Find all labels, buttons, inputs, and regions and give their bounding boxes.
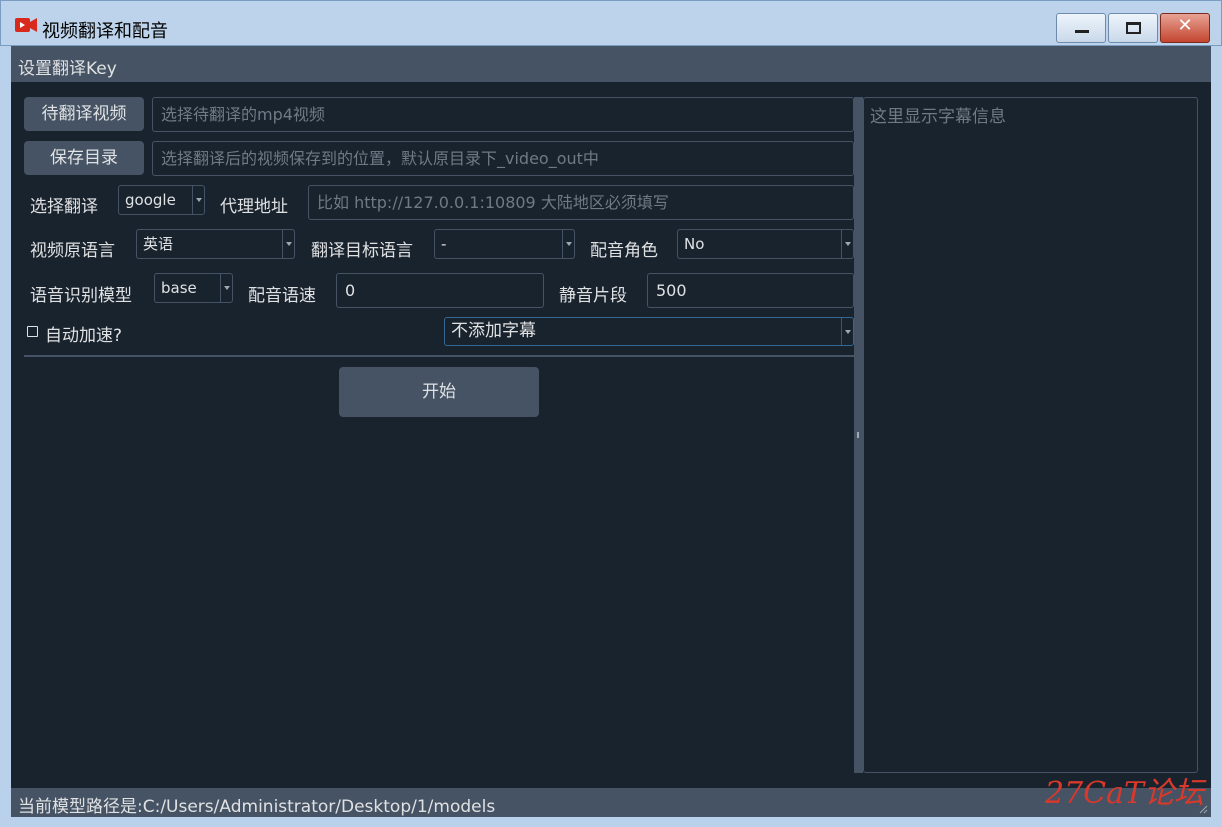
minimize-button[interactable] [1056,13,1106,43]
proxy-input[interactable]: 比如 http://127.0.0.1:10809 大陆地区必须填写 [308,185,854,220]
silence-input[interactable]: 500 [647,273,854,308]
menu-bar: 设置翻译Key [11,46,1211,82]
save-dir-placeholder: 选择翻译后的视频保存到的位置，默认原目录下_video_out中 [161,149,599,168]
voice-rate-input[interactable]: 0 [336,273,544,308]
auto-speed-checkbox[interactable] [27,326,38,337]
chevron-down-icon [282,230,294,258]
select-video-button[interactable]: 待翻译视频 [24,97,144,131]
auto-speed-label[interactable]: 自动加速? [45,321,122,346]
splitter-grip-icon [857,432,859,438]
translate-engine-label: 选择翻译 [30,197,98,217]
model-label: 语音识别模型 [30,286,132,306]
window-titlebar[interactable]: 视频翻译和配音 ✕ [0,0,1222,46]
subtitle-log-area[interactable]: 这里显示字幕信息 [863,97,1198,773]
subtitle-log-placeholder: 这里显示字幕信息 [870,107,1006,127]
panel-splitter[interactable] [854,97,863,773]
video-camera-icon [15,18,37,32]
voice-role-value: No [684,235,705,253]
chevron-down-icon [562,230,574,258]
start-button[interactable]: 开始 [339,367,539,417]
subtitle-option-value: 不添加字幕 [451,321,536,341]
voice-role-label: 配音角色 [590,241,658,261]
maximize-button[interactable] [1108,13,1158,43]
model-path-status: 当前模型路径是:C:/Users/Administrator/Desktop/1… [18,797,496,817]
translate-engine-value: google [125,191,176,209]
source-language-select[interactable]: 英语 [136,229,295,259]
window-title: 视频翻译和配音 [42,21,168,42]
watermark-logo: 27CaT论坛 [1045,776,1205,811]
target-language-select[interactable]: - [434,229,575,259]
divider [24,355,854,357]
target-language-label: 翻译目标语言 [311,241,413,261]
save-dir-input[interactable]: 选择翻译后的视频保存到的位置，默认原目录下_video_out中 [152,141,854,176]
source-language-value: 英语 [143,235,174,253]
source-video-placeholder: 选择待翻译的mp4视频 [161,105,325,124]
subtitle-option-select[interactable]: 不添加字幕 [444,317,854,346]
menu-item-set-translate-key[interactable]: 设置翻译Key [18,54,117,79]
target-language-value: - [441,235,447,253]
translate-engine-select[interactable]: google [118,185,205,215]
minimize-icon [1075,30,1089,33]
voice-rate-label: 配音语速 [248,286,316,306]
proxy-label: 代理地址 [220,197,288,217]
close-button[interactable]: ✕ [1160,13,1210,43]
model-value: base [161,279,197,297]
status-bar: 当前模型路径是:C:/Users/Administrator/Desktop/1… [11,788,1211,817]
source-video-input[interactable]: 选择待翻译的mp4视频 [152,97,854,132]
silence-label: 静音片段 [559,286,627,306]
source-language-label: 视频原语言 [30,241,115,261]
chevron-down-icon [841,318,853,345]
chevron-down-icon [841,230,853,258]
chevron-down-icon [192,186,204,214]
model-select[interactable]: base [154,273,233,303]
voice-role-select[interactable]: No [677,229,854,259]
proxy-placeholder: 比如 http://127.0.0.1:10809 大陆地区必须填写 [317,193,669,212]
maximize-icon [1126,22,1141,34]
close-icon: ✕ [1177,15,1193,36]
main-window: 设置翻译Key 待翻译视频 选择待翻译的mp4视频 保存目录 选择翻译后的视频保… [11,46,1211,817]
chevron-down-icon [220,274,232,302]
save-dir-button[interactable]: 保存目录 [24,141,144,175]
